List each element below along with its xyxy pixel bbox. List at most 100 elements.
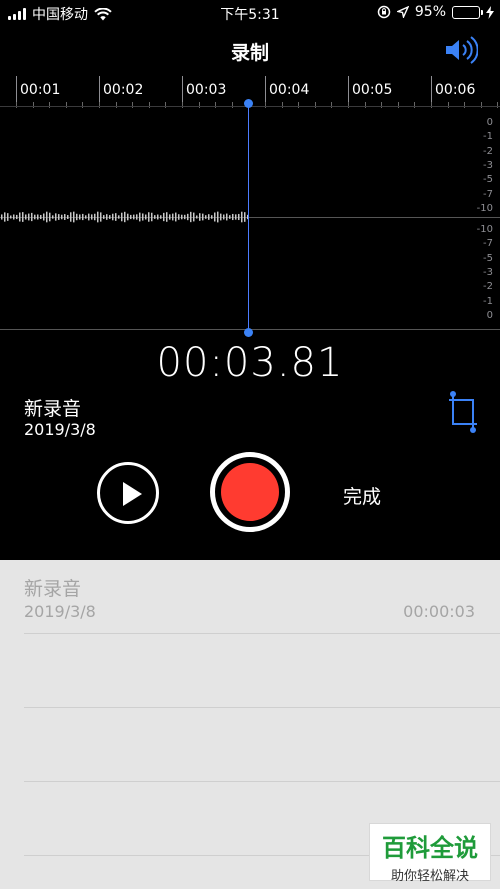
waveform-bar — [82, 213, 84, 221]
watermark-subtitle: 助你轻松解决 — [390, 869, 469, 884]
record-dot — [221, 463, 279, 521]
list-divider — [24, 707, 500, 708]
waveform-bar — [214, 212, 216, 222]
timeline-label: 00:06 — [435, 82, 476, 98]
waveform-bar — [199, 213, 201, 221]
waveform-bar — [85, 215, 87, 219]
waveform-bar — [67, 215, 69, 219]
waveform-bar — [241, 211, 243, 223]
waveform-bar — [139, 212, 141, 222]
waveform-bar — [118, 215, 120, 219]
recording-title[interactable]: 新录音 — [24, 394, 81, 421]
waveform-bar — [127, 213, 129, 221]
db-scale-label: -3 — [483, 159, 493, 171]
waveform-bar — [10, 215, 12, 219]
waveform-bar — [205, 215, 207, 219]
waveform-bar — [190, 211, 192, 223]
list-divider — [24, 633, 500, 634]
recording-date: 2019/3/8 — [24, 420, 96, 439]
db-scale-label: -5 — [483, 174, 493, 186]
waveform-bar — [52, 215, 54, 219]
waveform-bar — [169, 214, 171, 220]
waveform-bar — [79, 214, 81, 220]
playhead-top-handle[interactable] — [244, 99, 253, 108]
waveform-bar — [16, 214, 18, 220]
waveform-area[interactable]: 0 -1 -2 -3 -5 -7 -10 -10 -7 -5 -3 -2 -1 0 — [0, 107, 500, 329]
waveform-bar — [1, 214, 3, 220]
waveform-bar — [97, 211, 99, 223]
waveform-bar — [211, 215, 213, 219]
waveform-bar — [73, 211, 75, 223]
waveform-bar — [49, 212, 51, 222]
list-divider — [24, 781, 500, 782]
waveform-bar — [232, 213, 234, 221]
playhead-bottom-handle[interactable] — [244, 328, 253, 337]
waveform-bar — [46, 211, 48, 223]
waveform-bar — [70, 212, 72, 222]
db-scale-label: -3 — [483, 266, 493, 278]
waveform-bar — [157, 214, 159, 220]
waveform-bar — [55, 213, 57, 221]
waveform-bar — [100, 212, 102, 222]
waveform-bar — [94, 213, 96, 221]
waveform-bar — [193, 212, 195, 222]
waveform-bar — [31, 212, 33, 222]
waveform-bar — [28, 213, 30, 221]
location-icon — [396, 6, 409, 18]
db-scale-label: -2 — [483, 281, 493, 293]
record-button[interactable] — [210, 452, 290, 532]
waveform-bar — [91, 214, 93, 220]
waveform-bar — [187, 213, 189, 221]
waveform-bar — [13, 214, 15, 220]
waveform-bar — [151, 212, 153, 222]
speaker-icon[interactable] — [444, 36, 478, 64]
waveform-bar — [208, 214, 210, 220]
waveform-bar — [223, 214, 225, 220]
watermark-title: 百科全说 — [382, 834, 478, 862]
playhead[interactable] — [248, 103, 249, 333]
waveform-bar — [226, 213, 228, 221]
trim-icon[interactable] — [446, 390, 480, 434]
waveform-bar — [109, 215, 111, 219]
play-button[interactable] — [97, 462, 159, 524]
waveform-bar — [148, 212, 150, 222]
waveform-bar — [64, 214, 66, 220]
db-scale-label: -7 — [483, 238, 493, 250]
waveform-bar — [88, 213, 90, 221]
waveform-bar — [244, 212, 246, 222]
db-scale-label: -7 — [483, 188, 493, 200]
db-scale-label: -10 — [476, 224, 493, 235]
waveform-bar — [160, 215, 162, 219]
waveform-bar — [172, 213, 174, 221]
waveform-bar — [106, 214, 108, 220]
list-item-date: 2019/3/8 — [24, 602, 96, 621]
timeline-label: 00:05 — [352, 82, 393, 98]
list-item-title: 新录音 — [24, 578, 82, 600]
waveform-bar — [238, 213, 240, 221]
waveform-bar — [61, 214, 63, 220]
waveform-bar — [103, 215, 105, 219]
waveform-bar — [163, 212, 165, 222]
waveform-bar — [229, 215, 231, 219]
timeline-label: 00:03 — [186, 82, 227, 98]
db-scale-label: -1 — [483, 131, 493, 143]
db-scale-label: -2 — [483, 145, 493, 157]
db-scale-label: 0 — [486, 117, 493, 128]
watermark-logo: 百科全说 助你轻松解决 — [369, 823, 491, 884]
waveform-bar — [154, 215, 156, 219]
waveform-bar — [166, 212, 168, 222]
orientation-lock-icon — [377, 5, 391, 19]
db-scale-label: -10 — [476, 202, 493, 214]
done-button[interactable]: 完成 — [343, 482, 381, 509]
waveform-bar — [40, 214, 42, 220]
waveform-bar — [175, 212, 177, 222]
waveform-bar — [196, 215, 198, 219]
db-scale-label: -1 — [483, 295, 493, 307]
waveform-bar — [178, 214, 180, 220]
waveform-bar — [133, 214, 135, 220]
waveform-bar — [235, 214, 237, 220]
waveform-bar — [124, 211, 126, 223]
page-title: 录制 — [230, 42, 269, 64]
timeline-label: 00:01 — [20, 82, 61, 98]
db-scale-label: 0 — [486, 309, 493, 321]
